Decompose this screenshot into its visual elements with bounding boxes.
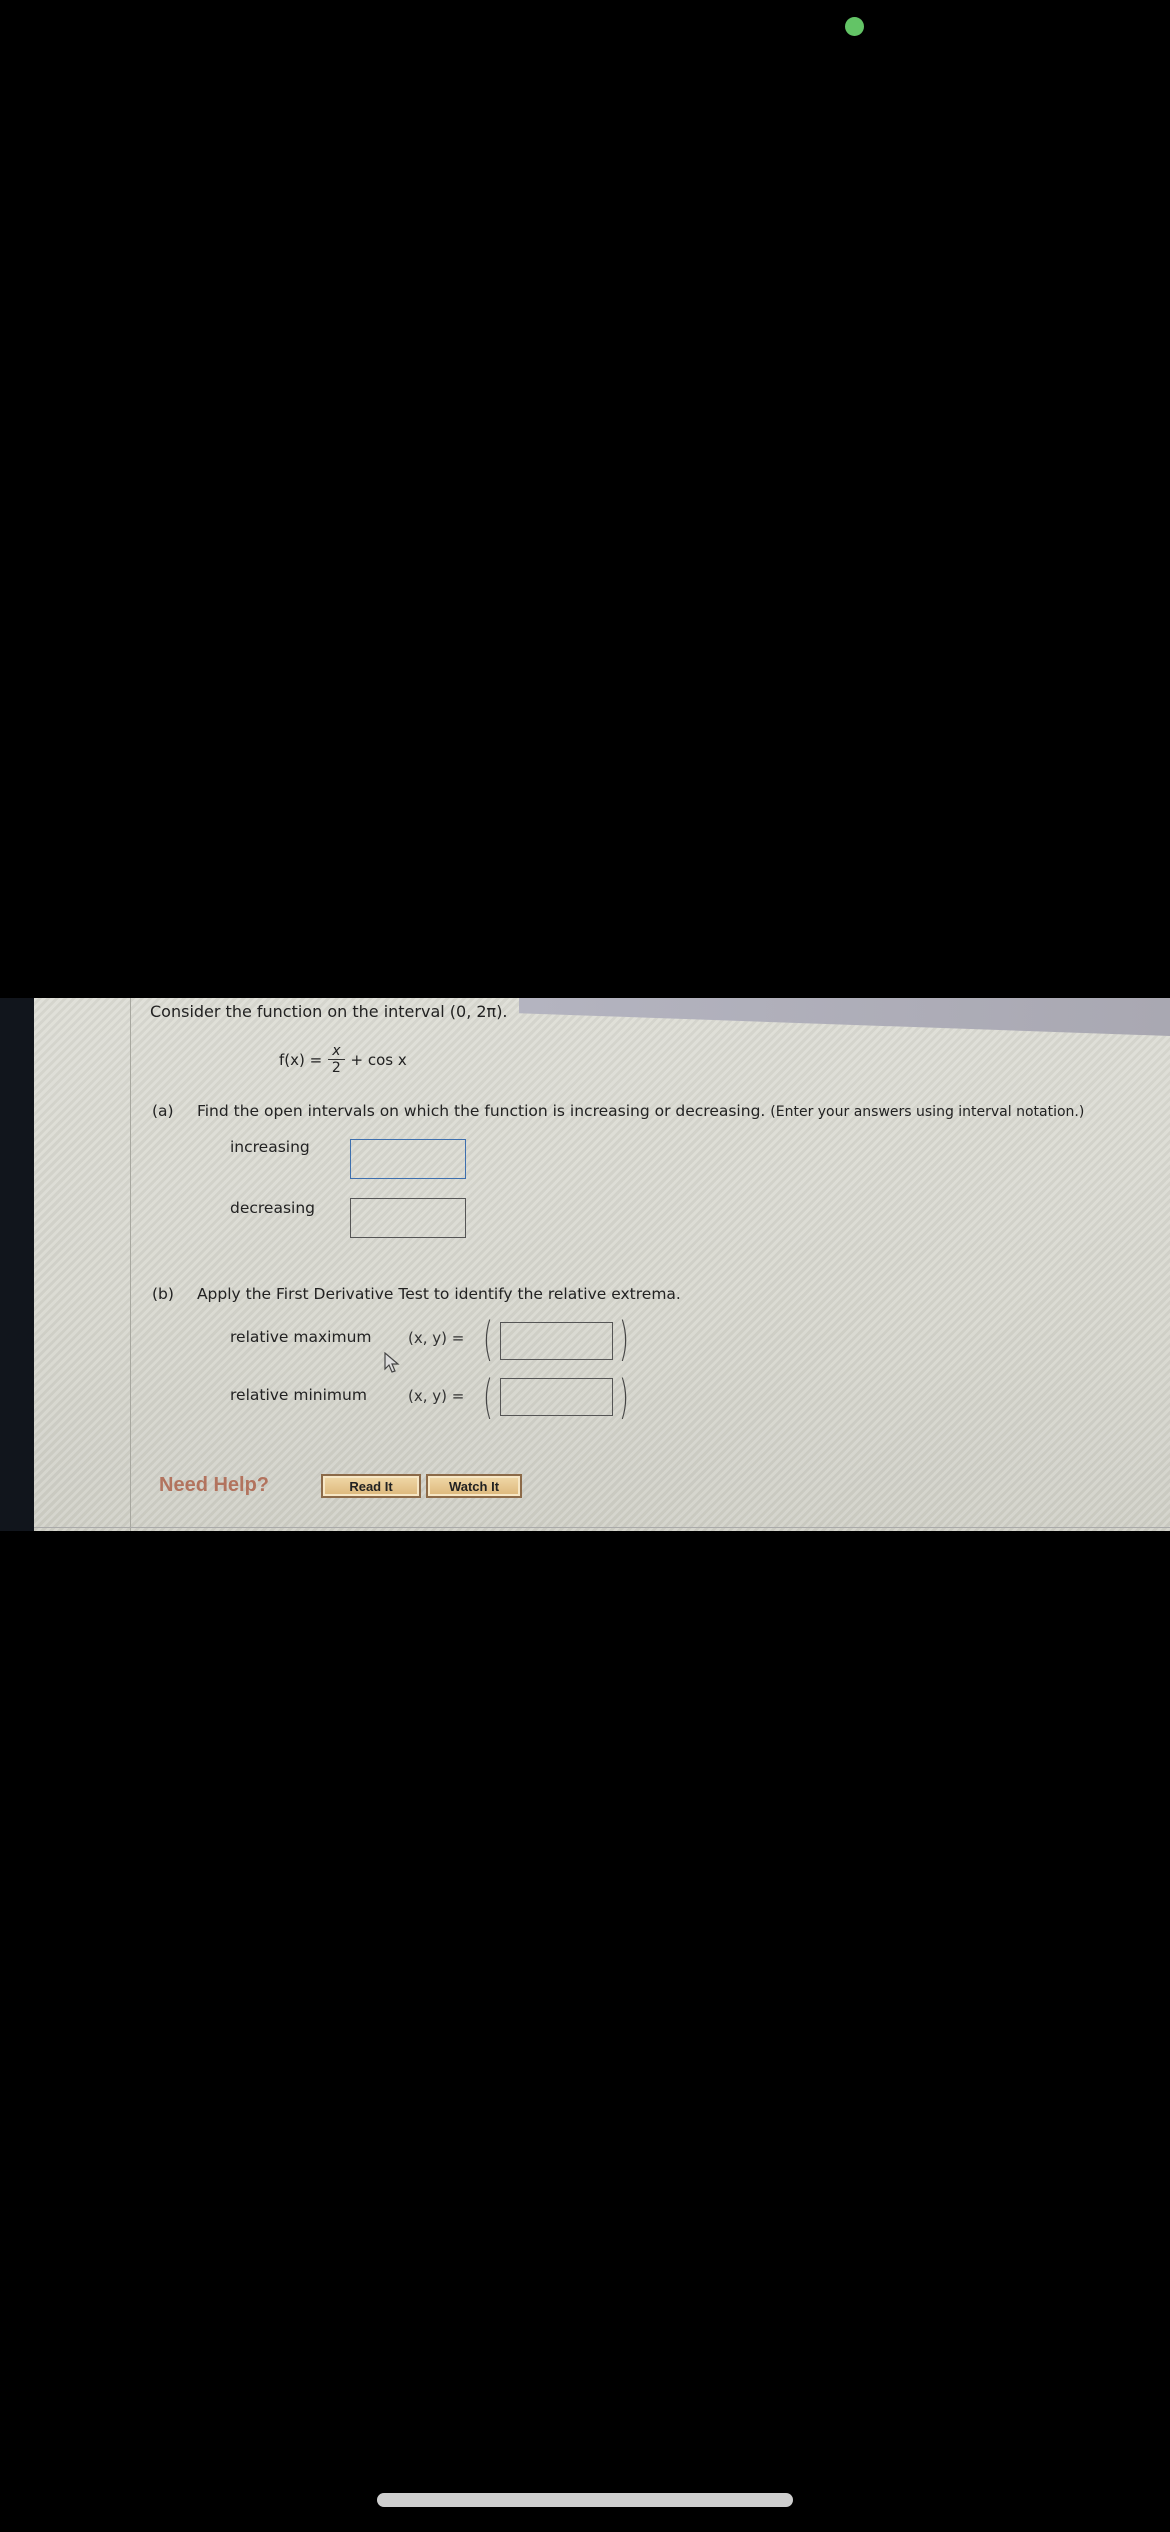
fraction-denominator: 2 [331,1060,341,1076]
relative-maximum-label: relative maximum [230,1328,372,1346]
problem-intro: Consider the function on the interval (0… [150,1002,508,1021]
part-b-prompt: (b) Apply the First Derivative Test to i… [152,1285,681,1303]
relative-minimum-xy-label: (x, y) = [408,1387,465,1405]
part-a-text: Find the open intervals on which the fun… [196,1102,766,1120]
fraction: x 2 [328,1043,345,1076]
relative-minimum-input[interactable] [500,1378,613,1416]
monitor-screen: Consider the function on the interval (0… [0,998,1170,1531]
formula-lhs: f(x) = [279,1050,323,1069]
part-a-note: (Enter your answers using interval notat… [770,1104,1085,1120]
left-margin-column [34,998,131,1531]
relative-maximum-input[interactable] [500,1322,613,1360]
part-a-prompt: (a) Find the open intervals on which the… [152,1102,1084,1120]
watch-it-button[interactable]: Watch It [426,1474,522,1498]
part-a-label: (a) [152,1102,174,1120]
mouse-cursor-icon [384,1352,400,1373]
min-open-paren: ( [483,1370,493,1424]
relative-maximum-xy-label: (x, y) = [408,1329,465,1347]
home-indicator-bar[interactable] [377,2493,793,2507]
question-content: Consider the function on the interval (0… [149,998,1170,1531]
read-it-button[interactable]: Read It [321,1474,421,1498]
webassign-question-page: Consider the function on the interval (0… [34,998,1170,1531]
min-close-paren: ) [619,1370,629,1424]
decreasing-input[interactable] [350,1198,466,1238]
relative-minimum-label: relative minimum [230,1386,367,1404]
max-open-paren: ( [483,1312,493,1366]
part-b-text: Apply the First Derivative Test to ident… [196,1285,681,1303]
increasing-label: increasing [230,1138,310,1156]
need-help-label: Need Help? [159,1474,270,1496]
part-b-label: (b) [152,1285,174,1303]
decreasing-label: decreasing [230,1199,316,1217]
increasing-input[interactable] [350,1139,466,1179]
function-formula: f(x) = x 2 + cos x [279,1043,407,1076]
formula-rest: + cos x [350,1050,407,1069]
max-close-paren: ) [619,1312,629,1366]
recording-indicator-dot [845,17,864,36]
fraction-numerator: x [328,1043,345,1060]
